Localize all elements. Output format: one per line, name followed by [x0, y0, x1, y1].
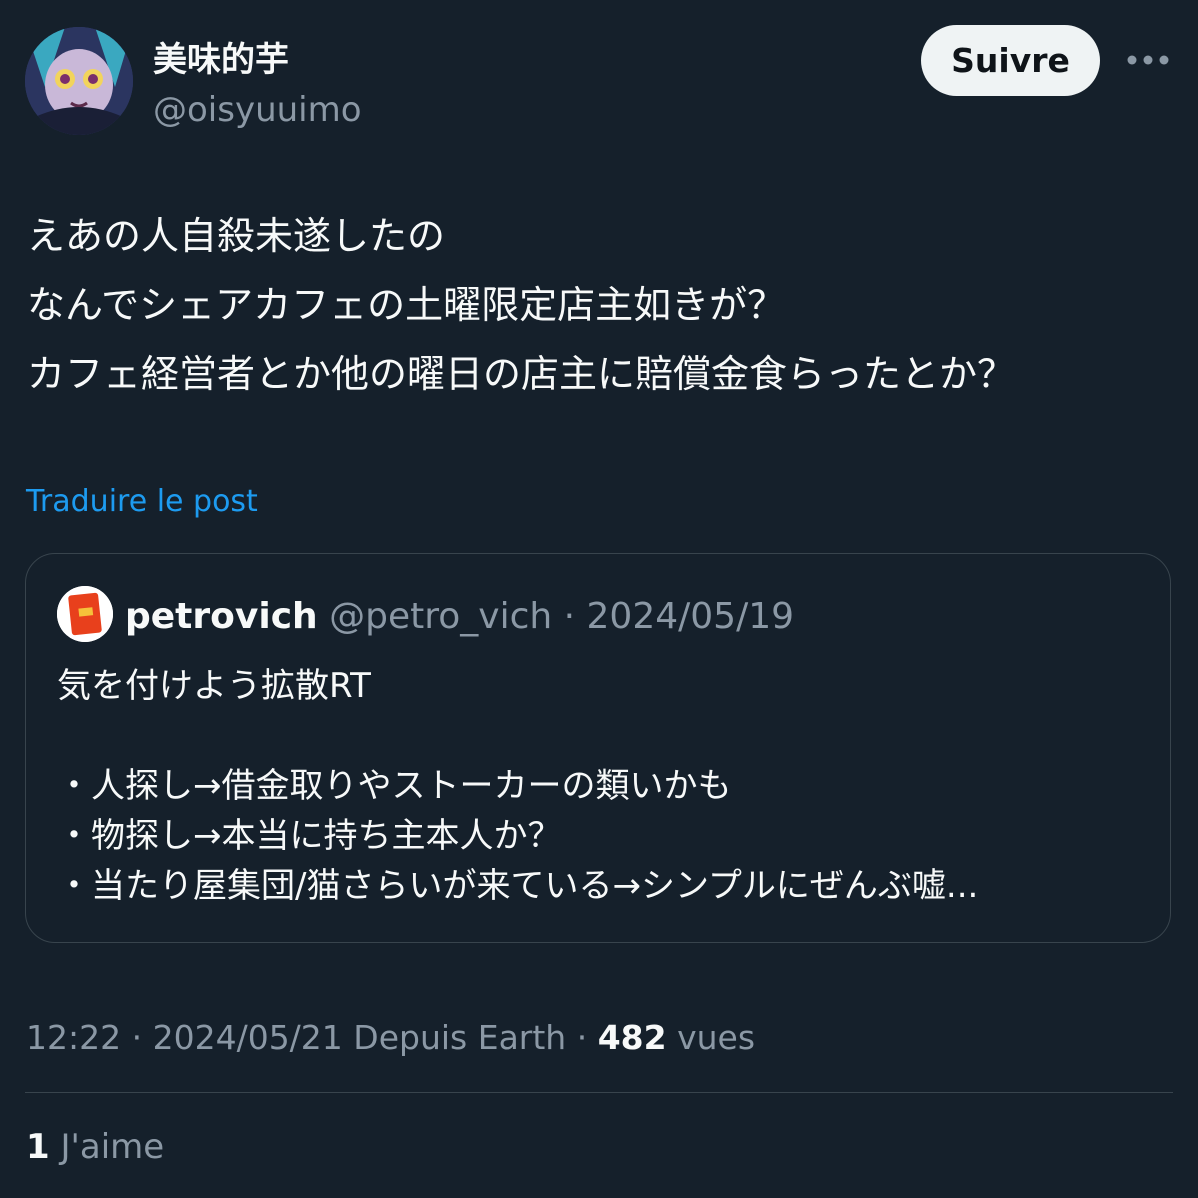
quoted-author-name[interactable]: petrovich: [125, 596, 318, 637]
tweet-line: なんでシェアカフェの土曜限定店主如きが？: [27, 283, 786, 327]
tweet-line: カフェ経営者とか他の曜日の店主に賠償金食らったとか？: [27, 352, 1016, 396]
quoted-tweet-line: 気を付けよう拡散RT: [57, 666, 371, 706]
likes-count: 1: [26, 1127, 50, 1167]
quoted-author-handle[interactable]: @petro_vich: [329, 596, 552, 637]
follow-button[interactable]: Suivre: [921, 25, 1100, 96]
quoted-author-avatar: [57, 586, 113, 642]
translate-post-link[interactable]: Traduire le post: [26, 482, 258, 522]
meta-separator: ·: [566, 1018, 598, 1057]
divider: [25, 1092, 1173, 1093]
quoted-tweet-card[interactable]: petrovich @petro_vich · 2024/05/19 気を付けよ…: [25, 553, 1171, 943]
tweet-source: Depuis Earth: [353, 1018, 567, 1057]
views-label: vues: [677, 1018, 756, 1057]
tweet-time[interactable]: 12:22: [26, 1018, 121, 1057]
meta-separator: ·: [552, 596, 587, 637]
tweet-text: えあの人自殺未遂したの なんでシェアカフェの土曜限定店主如きが？ カフェ経営者と…: [27, 202, 1172, 409]
avatar-illustration: [57, 586, 113, 642]
author-handle[interactable]: @oisyuuimo: [153, 88, 362, 132]
quoted-tweet-text: 気を付けよう拡散RT ・人探し→借金取りやストーカーの類いかも ・物探し→本当に…: [57, 661, 978, 911]
author-avatar[interactable]: [25, 27, 133, 135]
likes-label: J'aime: [60, 1127, 165, 1167]
tweet-line: えあの人自殺未遂したの: [27, 214, 446, 258]
quoted-tweet-line: ・当たり屋集団/猫さらいが来ている→シンプルにぜんぶ嘘...: [57, 866, 979, 906]
quoted-tweet-line: ・物探し→本当に持ち主本人か？: [57, 816, 562, 856]
tweet-meta: 12:22 · 2024/05/21 Depuis Earth · 482 vu…: [26, 1016, 755, 1060]
quoted-tweet-line: [57, 711, 978, 761]
likes-stat[interactable]: 1 J'aime: [26, 1125, 164, 1169]
meta-separator: ·: [121, 1018, 153, 1057]
views-count: 482: [597, 1018, 667, 1057]
author-display-name[interactable]: 美味的芋: [153, 38, 289, 82]
quoted-tweet-header: petrovich @petro_vich · 2024/05/19: [125, 594, 794, 640]
tweet-date[interactable]: 2024/05/21: [153, 1018, 343, 1057]
avatar-illustration: [25, 27, 133, 135]
more-horizontal-icon: [1127, 55, 1169, 65]
more-options-button[interactable]: [1122, 42, 1174, 78]
quoted-tweet-line: ・人探し→借金取りやストーカーの類いかも: [57, 766, 732, 806]
quoted-tweet-date[interactable]: 2024/05/19: [587, 596, 795, 637]
